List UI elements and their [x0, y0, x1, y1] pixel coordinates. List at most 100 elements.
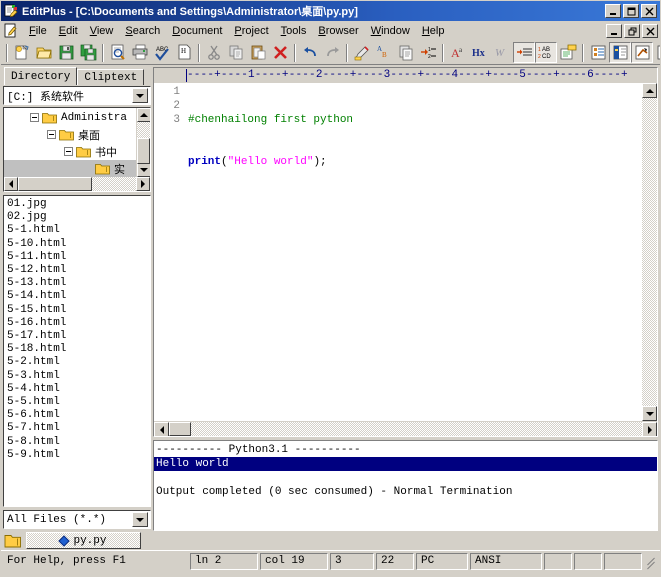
hex-icon[interactable]: Hx: [469, 42, 491, 63]
menu-view[interactable]: View: [84, 23, 120, 39]
cut-icon[interactable]: [203, 42, 225, 63]
menu-tools[interactable]: Tools: [275, 23, 313, 39]
menu-window[interactable]: Window: [365, 23, 416, 39]
list-item[interactable]: 5-16.html: [6, 317, 150, 330]
output-window-icon[interactable]: [631, 42, 653, 63]
menu-document[interactable]: Document: [166, 23, 228, 39]
highlight-icon[interactable]: [351, 42, 373, 63]
output-window[interactable]: ---------- Python3.1 ---------- Hello wo…: [153, 440, 658, 531]
word-wrap-icon[interactable]: W: [491, 42, 513, 63]
tree-item-administrator[interactable]: Administra: [4, 109, 136, 126]
list-item[interactable]: 5-6.html: [6, 409, 150, 422]
resize-grip[interactable]: [644, 554, 658, 568]
collapse-box-icon[interactable]: [30, 113, 39, 122]
tree-item-selected[interactable]: 实: [4, 160, 136, 177]
html-toolbar-icon[interactable]: H: [173, 42, 195, 63]
editor-horizontal-scrollbar[interactable]: [154, 421, 657, 436]
browser-preview-icon[interactable]: [557, 42, 579, 63]
minimize-button[interactable]: [605, 4, 621, 18]
close-button[interactable]: [641, 4, 657, 18]
list-item[interactable]: 5-8.html: [6, 436, 150, 449]
list-item[interactable]: 01.jpg: [6, 198, 150, 211]
scroll-right-button[interactable]: [642, 422, 657, 436]
scroll-up-button[interactable]: [137, 108, 150, 122]
menu-file[interactable]: File: [23, 23, 53, 39]
output-line-highlighted[interactable]: Hello world: [154, 457, 657, 471]
scroll-right-button[interactable]: [136, 177, 150, 191]
list-item[interactable]: 5-18.html: [6, 343, 150, 356]
scroll-track[interactable]: [169, 422, 642, 436]
print-icon[interactable]: [129, 42, 151, 63]
list-item[interactable]: 5-4.html: [6, 383, 150, 396]
delete-icon[interactable]: [269, 42, 291, 63]
scroll-down-button[interactable]: [137, 163, 150, 177]
list-item[interactable]: 5-7.html: [6, 422, 150, 435]
menu-edit[interactable]: Edit: [53, 23, 84, 39]
new-file-icon[interactable]: [11, 42, 33, 63]
list-item[interactable]: 5-14.html: [6, 290, 150, 303]
redo-icon[interactable]: [321, 42, 343, 63]
match-case-icon[interactable]: 1 2 AB CD: [535, 42, 557, 63]
list-item[interactable]: 5-13.html: [6, 277, 150, 290]
indent-icon[interactable]: 1 2: [417, 42, 439, 63]
tab-cliptext[interactable]: Cliptext: [77, 69, 145, 85]
chevron-down-icon[interactable]: [132, 88, 148, 103]
menu-search[interactable]: Search: [119, 23, 166, 39]
chevron-down-icon[interactable]: [132, 512, 148, 527]
scroll-track[interactable]: [642, 98, 657, 406]
save-icon[interactable]: [55, 42, 77, 63]
font-icon[interactable]: A a: [447, 42, 469, 63]
file-filter-combo[interactable]: All Files (*.*): [3, 510, 151, 529]
list-item[interactable]: 5-17.html: [6, 330, 150, 343]
directory-window-icon[interactable]: [609, 42, 631, 63]
scroll-up-button[interactable]: [642, 83, 657, 98]
list-item[interactable]: 5-1.html: [6, 224, 150, 237]
code-text[interactable]: #chenhailong first python print("Hello w…: [186, 83, 642, 421]
sort-icon[interactable]: A B: [373, 42, 395, 63]
list-item[interactable]: 5-2.html: [6, 356, 150, 369]
directory-tree[interactable]: Administra 桌面 书中 实: [3, 107, 151, 192]
collapse-box-icon[interactable]: [47, 130, 56, 139]
tree-item-shuzhong[interactable]: 书中: [4, 143, 136, 160]
clipbook-icon[interactable]: [587, 42, 609, 63]
menu-help[interactable]: Help: [416, 23, 451, 39]
scroll-track[interactable]: [137, 122, 150, 164]
ftp-icon[interactable]: F: [653, 42, 660, 63]
scroll-down-button[interactable]: [642, 406, 657, 421]
edit-area[interactable]: 1 2 3 #chenhailong first python print("H…: [154, 83, 657, 421]
scroll-left-button[interactable]: [4, 177, 18, 191]
scroll-left-button[interactable]: [154, 422, 169, 436]
list-item[interactable]: 02.jpg: [6, 211, 150, 224]
list-item[interactable]: 5-3.html: [6, 370, 150, 383]
list-item[interactable]: 5-11.html: [6, 251, 150, 264]
undo-icon[interactable]: [299, 42, 321, 63]
scroll-thumb[interactable]: [137, 138, 150, 164]
menu-project[interactable]: Project: [228, 23, 274, 39]
drive-combo[interactable]: [C:] 系统软件: [3, 86, 151, 105]
collapse-box-icon[interactable]: [64, 147, 73, 156]
folder-icon[interactable]: [4, 533, 22, 549]
menu-browser[interactable]: Browser: [312, 23, 364, 39]
maximize-button[interactable]: [623, 4, 639, 18]
document-pencil-icon[interactable]: [3, 23, 19, 39]
list-item[interactable]: 5-12.html: [6, 264, 150, 277]
list-item[interactable]: 5-15.html: [6, 304, 150, 317]
spellcheck-icon[interactable]: ABC: [151, 42, 173, 63]
duplicate-line-icon[interactable]: [395, 42, 417, 63]
scroll-track[interactable]: [18, 177, 136, 191]
print-preview-icon[interactable]: [107, 42, 129, 63]
paste-icon[interactable]: [247, 42, 269, 63]
mdi-restore-button[interactable]: [624, 24, 640, 38]
list-item[interactable]: 5-5.html: [6, 396, 150, 409]
scroll-thumb[interactable]: [169, 422, 191, 436]
tree-item-desktop[interactable]: 桌面: [4, 126, 136, 143]
mdi-close-button[interactable]: [642, 24, 658, 38]
mdi-minimize-button[interactable]: [606, 24, 622, 38]
line-numbers-icon[interactable]: [513, 42, 535, 63]
tab-directory[interactable]: Directory: [4, 67, 78, 85]
list-item[interactable]: 5-10.html: [6, 238, 150, 251]
tree-horizontal-scrollbar[interactable]: [4, 177, 150, 191]
document-tab-py[interactable]: py.py: [26, 532, 141, 549]
file-list[interactable]: 01.jpg 02.jpg 5-1.html 5-10.html 5-11.ht…: [3, 195, 151, 507]
scroll-thumb[interactable]: [18, 177, 92, 191]
